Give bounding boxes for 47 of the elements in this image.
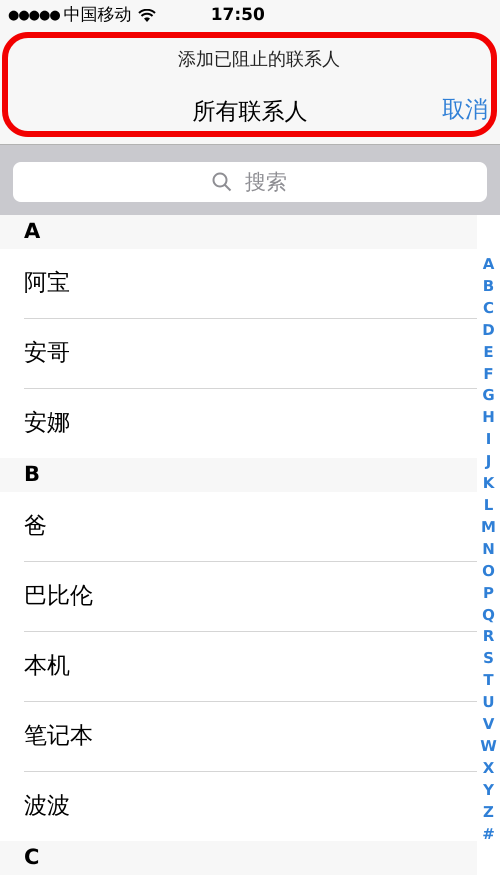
contact-name[interactable]: 安哥	[24, 336, 70, 371]
contact-name[interactable]: 爸	[24, 509, 47, 544]
index-letter[interactable]: J	[486, 451, 492, 474]
index-letter[interactable]: I	[486, 429, 492, 452]
prompt-text: 添加已阻止的联系人	[178, 48, 340, 72]
index-letter[interactable]: Q	[482, 604, 495, 626]
index-letter[interactable]: D	[482, 320, 495, 342]
index-letter[interactable]: S	[483, 648, 494, 670]
index-letter[interactable]: C	[482, 298, 494, 320]
index-letter[interactable]: T	[483, 670, 494, 692]
index-letter[interactable]: A	[482, 254, 494, 276]
section-header: B	[24, 461, 40, 488]
index-letter[interactable]: G	[482, 385, 495, 408]
index-letter[interactable]: B	[482, 276, 494, 298]
nav-title: 所有联系人	[192, 98, 308, 127]
section-header: A	[24, 218, 40, 246]
index-letter[interactable]: P	[483, 582, 494, 604]
wifi-icon	[138, 9, 156, 23]
contact-name[interactable]: 本机	[24, 649, 70, 684]
index-letter[interactable]: H	[482, 407, 495, 430]
contact-name[interactable]: 笔记本	[24, 719, 93, 754]
index-letter[interactable]: W	[480, 736, 497, 758]
index-letter[interactable]: V	[482, 714, 494, 736]
index-letter[interactable]: R	[482, 626, 494, 648]
carrier-name: 中国移动	[64, 4, 132, 28]
contact-name[interactable]: 波波	[24, 789, 70, 824]
index-letter[interactable]: O	[482, 560, 495, 583]
index-letter[interactable]: #	[482, 824, 495, 846]
index-letter[interactable]: M	[481, 516, 496, 539]
signal-strength: ●●●●●	[8, 7, 60, 26]
index-letter[interactable]: U	[482, 692, 495, 714]
contact-name[interactable]: 巴比伦	[24, 579, 93, 614]
contact-name[interactable]: 安娜	[24, 406, 70, 441]
index-letter[interactable]: Z	[483, 802, 494, 824]
section-header: C	[24, 844, 40, 872]
index-letter[interactable]: L	[484, 494, 494, 517]
cancel-button[interactable]: 取消	[442, 93, 488, 128]
index-letter[interactable]: K	[482, 473, 494, 495]
index-letter[interactable]: N	[482, 538, 495, 561]
index-letter[interactable]: Y	[483, 780, 494, 802]
contact-name[interactable]: 阿宝	[24, 266, 70, 301]
clock-time: 17:50	[210, 4, 265, 28]
search-field[interactable]: 搜索	[13, 162, 487, 202]
index-letter[interactable]: F	[483, 364, 494, 386]
index-letter[interactable]: E	[483, 342, 494, 364]
search-icon	[212, 172, 232, 192]
index-letter[interactable]: X	[482, 758, 494, 780]
